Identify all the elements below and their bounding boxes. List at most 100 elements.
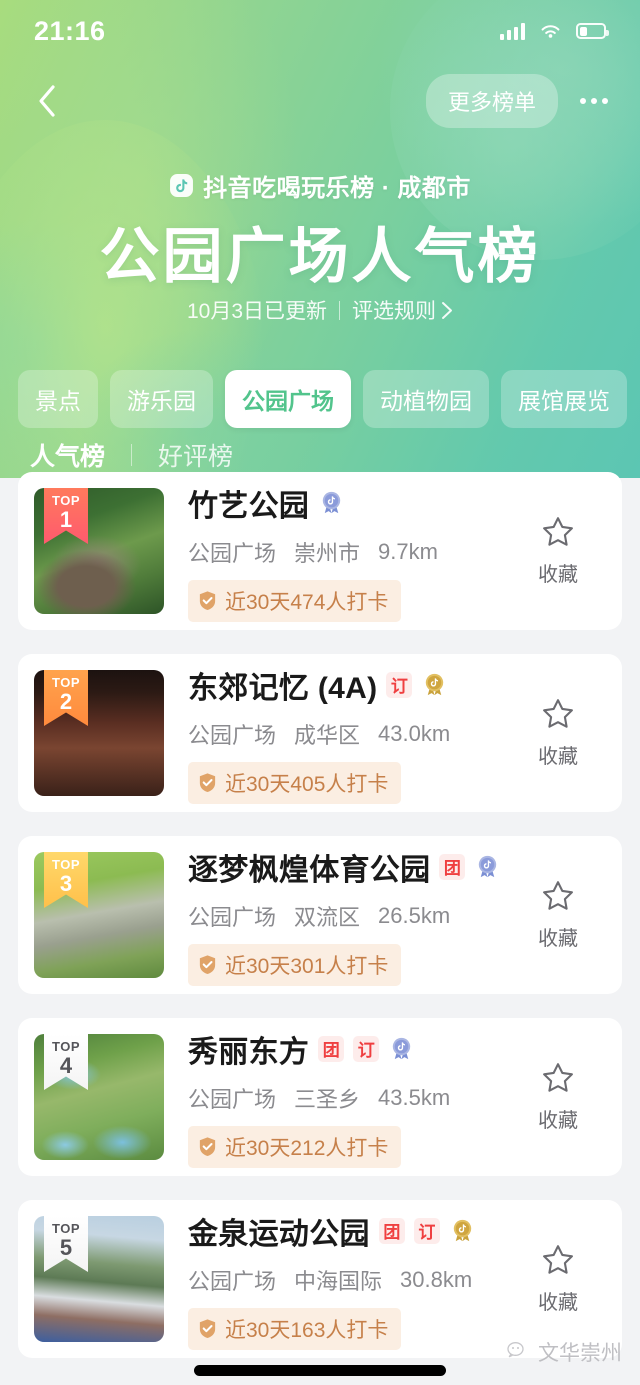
poi-thumbnail[interactable]: TOP 1 (34, 488, 164, 614)
list-item-body: 逐梦枫煌体育公园 团 公园广场 双流区 26.5km 近30天301人打卡 (164, 845, 510, 986)
chevron-left-icon (39, 85, 55, 117)
sub-tab-popularity[interactable]: 人气榜 (26, 437, 109, 473)
poi-district: 双流区 (294, 904, 361, 930)
sub-tabs: 人气榜 好评榜 (0, 437, 237, 473)
rules-label: 评选规则 (352, 300, 437, 323)
shield-check-icon (199, 1137, 216, 1157)
rank-badge-number: 3 (59, 871, 73, 896)
favorite-button[interactable]: 收藏 (510, 1061, 606, 1133)
poi-district: 崇州市 (294, 540, 361, 566)
tag-group-deal[interactable]: 团 (318, 1035, 345, 1062)
update-line: 10月3日已更新 评选规则 (0, 295, 640, 325)
nav-right-group: 更多榜单 (425, 74, 614, 128)
douyin-medal-icon (426, 673, 444, 696)
list-item[interactable]: TOP 5 金泉运动公园 团 订 公园广场 中海国际 30.8km 近30天16… (18, 1200, 622, 1358)
subline-divider (339, 300, 341, 320)
favorite-label: 收藏 (538, 1110, 578, 1132)
list-item-body: 秀丽东方 团 订 公园广场 三圣乡 43.5km 近30天212人打卡 (164, 1027, 510, 1168)
poi-thumbnail[interactable]: TOP 3 (34, 852, 164, 978)
poi-stat-text: 近30天301人打卡 (225, 954, 389, 978)
status-bar: 21:16 (0, 0, 640, 62)
chevron-right-icon (442, 301, 453, 319)
rules-link[interactable]: 评选规则 (352, 295, 453, 325)
tag-group-deal[interactable]: 团 (439, 853, 466, 880)
favorite-label: 收藏 (538, 928, 578, 950)
ranking-list[interactable]: TOP 1 竹艺公园 公园广场 崇州市 9.7km 近30天474人打卡 收藏 … (0, 472, 640, 1385)
rank-badge-prefix: TOP (52, 1039, 80, 1054)
watermark-label: 文华崇州 (538, 1342, 622, 1365)
poi-meta-row: 公园广场 成华区 43.0km (188, 718, 510, 750)
poi-meta-row: 公园广场 崇州市 9.7km (188, 536, 510, 568)
back-button[interactable] (26, 80, 68, 122)
list-item[interactable]: TOP 2 东郊记忆 (4A) 订 公园广场 成华区 43.0km 近30天40… (18, 654, 622, 812)
tag-booking[interactable]: 订 (386, 671, 413, 698)
rank-badge-prefix: TOP (52, 493, 80, 508)
category-tab-2[interactable]: 公园广场 (225, 370, 351, 428)
poi-distance: 30.8km (400, 1266, 473, 1292)
poi-stat-text: 近30天163人打卡 (225, 1318, 389, 1342)
poi-thumbnail[interactable]: TOP 5 (34, 1216, 164, 1342)
douyin-medal-icon (393, 1037, 411, 1060)
poi-name: 逐梦枫煌体育公园 (188, 853, 431, 887)
poi-thumbnail[interactable]: TOP 2 (34, 670, 164, 796)
poi-title-row: 竹艺公园 (188, 481, 510, 525)
poi-title-row: 逐梦枫煌体育公园 团 (188, 845, 510, 889)
douyin-medal-icon (453, 1219, 471, 1242)
cellular-signal-icon (499, 22, 525, 40)
poi-stat-badge: 近30天301人打卡 (188, 943, 402, 986)
shield-check-icon (199, 1319, 216, 1339)
category-tab-1[interactable]: 游乐园 (110, 370, 213, 428)
poi-thumbnail[interactable]: TOP 4 (34, 1034, 164, 1160)
category-tab-3[interactable]: 动植物园 (363, 370, 489, 428)
shield-check-icon (199, 591, 216, 611)
tag-booking[interactable]: 订 (353, 1035, 380, 1062)
more-lists-button[interactable]: 更多榜单 (425, 74, 558, 128)
star-outline-icon (543, 517, 573, 546)
sub-tab-divider (131, 444, 133, 466)
more-horizontal-icon[interactable] (574, 88, 614, 114)
poi-name: 竹艺公园 (188, 489, 310, 523)
status-bar-time: 21:16 (34, 15, 106, 46)
rank-badge-number: 2 (59, 689, 73, 714)
favorite-button[interactable]: 收藏 (510, 515, 606, 587)
favorite-button[interactable]: 收藏 (510, 1243, 606, 1315)
tag-booking[interactable]: 订 (413, 1217, 440, 1244)
poi-distance: 43.5km (378, 1084, 451, 1110)
category-tab-4[interactable]: 展馆展览 (501, 370, 627, 428)
favorite-button[interactable]: 收藏 (510, 879, 606, 951)
rank-badge-prefix: TOP (52, 857, 80, 872)
favorite-label: 收藏 (538, 564, 578, 586)
rank-badge-number: 4 (59, 1053, 73, 1078)
douyin-logo-icon (170, 174, 194, 197)
poi-stat-text: 近30天405人打卡 (225, 772, 389, 796)
poi-meta-row: 公园广场 中海国际 30.8km (188, 1264, 510, 1296)
brand-line: 抖音吃喝玩乐榜 · 成都市 (0, 168, 640, 203)
poi-category: 公园广场 (188, 1086, 277, 1112)
sub-tab-rating[interactable]: 好评榜 (154, 437, 237, 473)
favorite-button[interactable]: 收藏 (510, 697, 606, 769)
category-tab-0[interactable]: 景点 (18, 370, 98, 428)
douyin-medal-icon (479, 855, 497, 878)
list-item[interactable]: TOP 3 逐梦枫煌体育公园 团 公园广场 双流区 26.5km 近30天301… (18, 836, 622, 994)
poi-category: 公园广场 (188, 540, 277, 566)
favorite-label: 收藏 (538, 1292, 578, 1314)
rank-badge-number: 1 (59, 507, 73, 532)
poi-distance: 26.5km (378, 902, 451, 928)
list-item[interactable]: TOP 1 竹艺公园 公园广场 崇州市 9.7km 近30天474人打卡 收藏 (18, 472, 622, 630)
shield-check-icon (199, 955, 216, 975)
poi-district: 成华区 (294, 722, 361, 748)
watermark: 文华崇州 (506, 1337, 622, 1367)
poi-category: 公园广场 (188, 904, 277, 930)
list-item[interactable]: TOP 4 秀丽东方 团 订 公园广场 三圣乡 43.5km 近30天212人打… (18, 1018, 622, 1176)
wechat-icon (507, 1342, 524, 1358)
tag-group-deal[interactable]: 团 (378, 1217, 405, 1244)
favorite-label: 收藏 (538, 746, 578, 768)
category-tabs: 景点 游乐园 公园广场 动植物园 展馆展览 (0, 370, 640, 428)
star-outline-icon (543, 699, 573, 728)
poi-stat-text: 近30天212人打卡 (225, 1136, 389, 1160)
star-outline-icon (543, 1063, 573, 1092)
poi-name: 秀丽东方 (188, 1035, 310, 1069)
home-indicator[interactable] (194, 1365, 446, 1376)
poi-distance: 43.0km (378, 720, 451, 746)
poi-title-row: 金泉运动公园 团 订 (188, 1209, 510, 1253)
